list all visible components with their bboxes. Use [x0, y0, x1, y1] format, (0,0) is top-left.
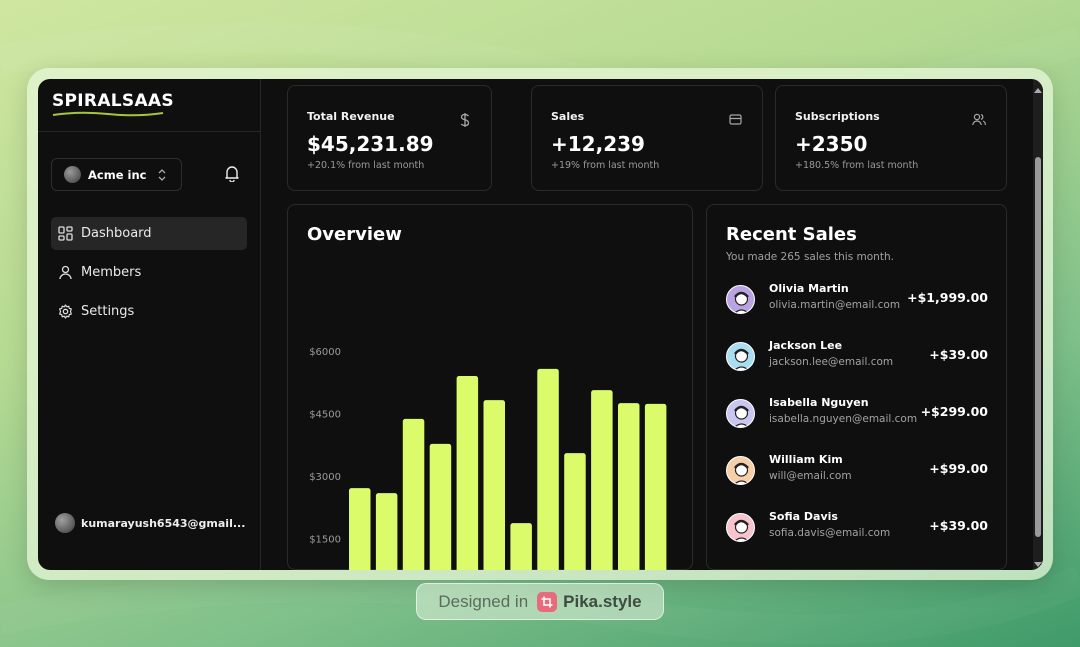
customer-email: sofia.davis@email.com — [769, 527, 891, 539]
sidebar-item-label: Members — [81, 265, 142, 280]
customer-name: William Kim — [769, 453, 843, 466]
customer-email: jackson.lee@email.com — [769, 356, 894, 368]
recent-sales-title: Recent Sales — [726, 224, 857, 245]
avatar — [726, 285, 755, 314]
brand-logo[interactable]: SPIRALSAAS — [52, 91, 174, 111]
sale-row[interactable]: Olivia Martin olivia.martin@email.com +$1,… — [726, 281, 988, 317]
stat-title: Subscriptions — [795, 110, 880, 123]
watermark-brand: Pika.style — [563, 591, 642, 611]
sale-row[interactable]: Isabella Nguyen isabella.nguyen@email.com… — [726, 395, 988, 431]
sale-row[interactable]: William Kim will@email.com +$99.00 — [726, 452, 988, 488]
sale-row[interactable]: Jackson Lee jackson.lee@email.com +$39.00 — [726, 338, 988, 374]
stat-card-revenue: Total Revenue $45,231.89 +20.1% from las… — [287, 85, 492, 191]
gear-icon — [59, 304, 72, 319]
bar-jun[interactable] — [483, 400, 506, 570]
credit-card-icon — [729, 114, 742, 125]
app-window: SPIRALSAAS Acme inc Dashboard Members Se… — [38, 79, 1043, 570]
sidebar-item-label: Settings — [81, 304, 135, 319]
scrollbar-thumb[interactable] — [1035, 157, 1041, 537]
y-tick-label: $1500 — [309, 535, 341, 546]
bar-dec[interactable] — [644, 403, 667, 570]
avatar — [726, 513, 755, 542]
customer-name: Olivia Martin — [769, 282, 849, 295]
scroll-up-arrow[interactable] — [1034, 88, 1042, 93]
sale-amount: +$299.00 — [920, 404, 988, 419]
dollar-icon — [460, 113, 470, 127]
avatar — [726, 342, 755, 371]
stat-value: $45,231.89 — [307, 132, 434, 156]
sidebar-item-dashboard[interactable]: Dashboard — [51, 217, 247, 250]
scroll-down-arrow[interactable] — [1034, 562, 1042, 567]
bar-feb[interactable] — [375, 493, 398, 570]
y-tick-label: $3000 — [309, 472, 341, 483]
users-icon — [972, 113, 986, 126]
avatar — [726, 456, 755, 485]
team-switcher[interactable]: Acme inc — [51, 158, 182, 191]
stat-change: +180.5% from last month — [795, 160, 919, 171]
sidebar-item-label: Dashboard — [81, 226, 152, 241]
stat-change: +19% from last month — [551, 160, 660, 171]
bar-oct[interactable] — [591, 390, 613, 570]
sidebar-item-settings[interactable]: Settings — [51, 295, 247, 328]
stat-card-subscriptions: Subscriptions +2350 +180.5% from last mo… — [775, 85, 1007, 191]
sale-amount: +$39.00 — [929, 518, 988, 533]
bar-sep[interactable] — [564, 453, 586, 570]
avatar — [726, 399, 755, 428]
customer-name: Sofia Davis — [769, 510, 838, 523]
sale-row[interactable]: Sofia Davis sofia.davis@email.com +$39.00 — [726, 509, 988, 545]
recent-sales-subtitle: You made 265 sales this month. — [726, 251, 894, 263]
user-email: kumarayush6543@gmail... — [81, 516, 246, 530]
sidebar-nav: Dashboard Members Settings — [51, 217, 247, 334]
customer-name: Jackson Lee — [769, 339, 843, 352]
avatar — [55, 513, 75, 533]
y-tick-label: $4500 — [309, 410, 341, 421]
crop-icon — [537, 591, 558, 612]
team-name: Acme inc — [88, 167, 147, 182]
user-account[interactable]: kumarayush6543@gmail... — [55, 513, 245, 533]
bar-mar[interactable] — [402, 418, 425, 570]
sale-amount: +$1,999.00 — [907, 290, 988, 305]
overview-panel: Overview $0$1500$3000$4500$6000JanFebMar… — [287, 204, 693, 570]
customer-email: isabella.nguyen@email.com — [769, 413, 918, 425]
bar-nov[interactable] — [618, 403, 640, 570]
sidebar: SPIRALSAAS Acme inc Dashboard Members Se… — [38, 79, 261, 570]
user-icon — [59, 265, 72, 280]
sale-amount: +$39.00 — [929, 347, 988, 362]
overview-bar-chart: $0$1500$3000$4500$6000JanFebMarAprMayJun… — [309, 347, 667, 570]
bell-icon[interactable] — [224, 165, 240, 182]
sale-amount: +$99.00 — [929, 461, 988, 476]
stat-change: +20.1% from last month — [307, 160, 425, 171]
logo-area: SPIRALSAAS — [38, 79, 260, 132]
watermark-prefix: Designed in — [438, 591, 529, 611]
stat-card-sales: Sales +12,239 +19% from last month — [531, 85, 763, 191]
stat-value: +2350 — [795, 132, 868, 156]
scrollbar[interactable] — [1033, 79, 1043, 570]
sidebar-item-members[interactable]: Members — [51, 256, 247, 289]
bar-may[interactable] — [456, 376, 479, 570]
customer-name: Isabella Nguyen — [769, 396, 869, 409]
logo-underline — [52, 111, 164, 117]
stat-value: +12,239 — [551, 132, 645, 156]
watermark-badge: Designed in Pika.style — [416, 583, 664, 620]
dashboard-icon — [58, 226, 73, 241]
bar-aug[interactable] — [537, 368, 559, 570]
bar-jan[interactable] — [349, 488, 371, 570]
customer-email: olivia.martin@email.com — [769, 299, 901, 311]
recent-sales-panel: Recent Sales You made 265 sales this mon… — [706, 204, 1007, 570]
customer-email: will@email.com — [769, 470, 852, 482]
chevrons-up-down-icon — [158, 169, 166, 181]
stat-title: Sales — [551, 110, 585, 123]
y-tick-label: $6000 — [309, 347, 341, 358]
bar-jul[interactable] — [510, 523, 532, 570]
team-avatar — [64, 166, 81, 183]
stat-title: Total Revenue — [307, 110, 395, 123]
bar-apr[interactable] — [429, 443, 452, 570]
